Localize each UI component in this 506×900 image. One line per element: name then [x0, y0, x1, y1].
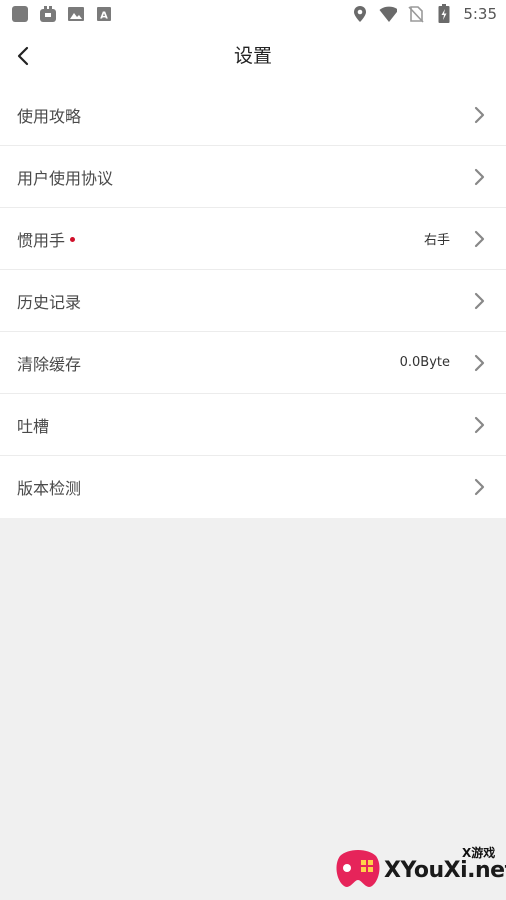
settings-row-version[interactable]: 版本检测: [0, 456, 506, 518]
page-title: 设置: [233, 45, 272, 67]
wifi-icon: [379, 5, 398, 23]
battery-charging-icon: [435, 4, 453, 23]
image-icon: [67, 5, 85, 23]
header-bar: 设置: [0, 28, 506, 84]
chevron-right-icon: [474, 106, 485, 124]
row-label: 用户使用协议: [17, 165, 113, 189]
row-label: 版本检测: [17, 475, 81, 499]
status-bar-system: 5:35: [351, 4, 506, 23]
row-label: 清除缓存: [17, 351, 81, 375]
site-watermark: X游戏 XYouXi.net: [334, 838, 506, 900]
settings-row-cache[interactable]: 清除缓存 0.0Byte: [0, 332, 506, 394]
no-sim-icon: [407, 5, 425, 23]
new-badge-dot: [70, 236, 76, 242]
back-arrow-icon: [17, 46, 29, 66]
row-label: 吐槽: [17, 413, 49, 437]
location-icon: [351, 5, 369, 23]
back-button[interactable]: [8, 40, 40, 72]
settings-row-guide[interactable]: 使用攻略: [0, 84, 506, 146]
row-label-text: 历史记录: [17, 292, 82, 312]
chevron-right-icon: [474, 416, 485, 434]
gamepad-logo-icon: [336, 850, 380, 887]
settings-row-agreement[interactable]: 用户使用协议: [0, 146, 506, 208]
status-time: 5:35: [463, 5, 497, 23]
settings-list: 使用攻略 用户使用协议 惯用手 右手 历史记录 清除缓存 0.0Byte 吐槽 …: [0, 84, 506, 518]
settings-row-handedness[interactable]: 惯用手 右手: [0, 208, 506, 270]
chevron-right-icon: [474, 478, 485, 496]
status-bar-notifications: A: [0, 5, 113, 23]
row-label-text: 惯用手: [17, 230, 66, 250]
row-label: 惯用手: [17, 227, 76, 251]
chevron-right-icon: [474, 292, 485, 310]
row-label-text: 吐槽: [17, 416, 50, 436]
row-label-text: 用户使用协议: [17, 168, 114, 188]
settings-row-feedback[interactable]: 吐槽: [0, 394, 506, 456]
chevron-right-icon: [474, 230, 485, 248]
row-label: 使用攻略: [17, 103, 81, 127]
font-a-icon: A: [95, 5, 113, 23]
row-label-text: 清除缓存: [17, 354, 82, 374]
row-label-text: 使用攻略: [17, 106, 82, 126]
svg-text:A: A: [100, 11, 108, 22]
status-bar: A 5:35: [0, 0, 506, 28]
settings-row-history[interactable]: 历史记录: [0, 270, 506, 332]
app-square-icon: [11, 5, 29, 23]
row-label-text: 版本检测: [17, 479, 82, 498]
watermark-site-name: XYouXi.net: [384, 858, 506, 883]
handedness-value: 右手: [423, 233, 450, 248]
chevron-right-icon: [474, 354, 485, 372]
row-label: 历史记录: [17, 289, 81, 313]
app-store-icon: [39, 5, 57, 23]
chevron-right-icon: [474, 168, 485, 186]
cache-size-value: 0.0Byte: [399, 355, 450, 370]
